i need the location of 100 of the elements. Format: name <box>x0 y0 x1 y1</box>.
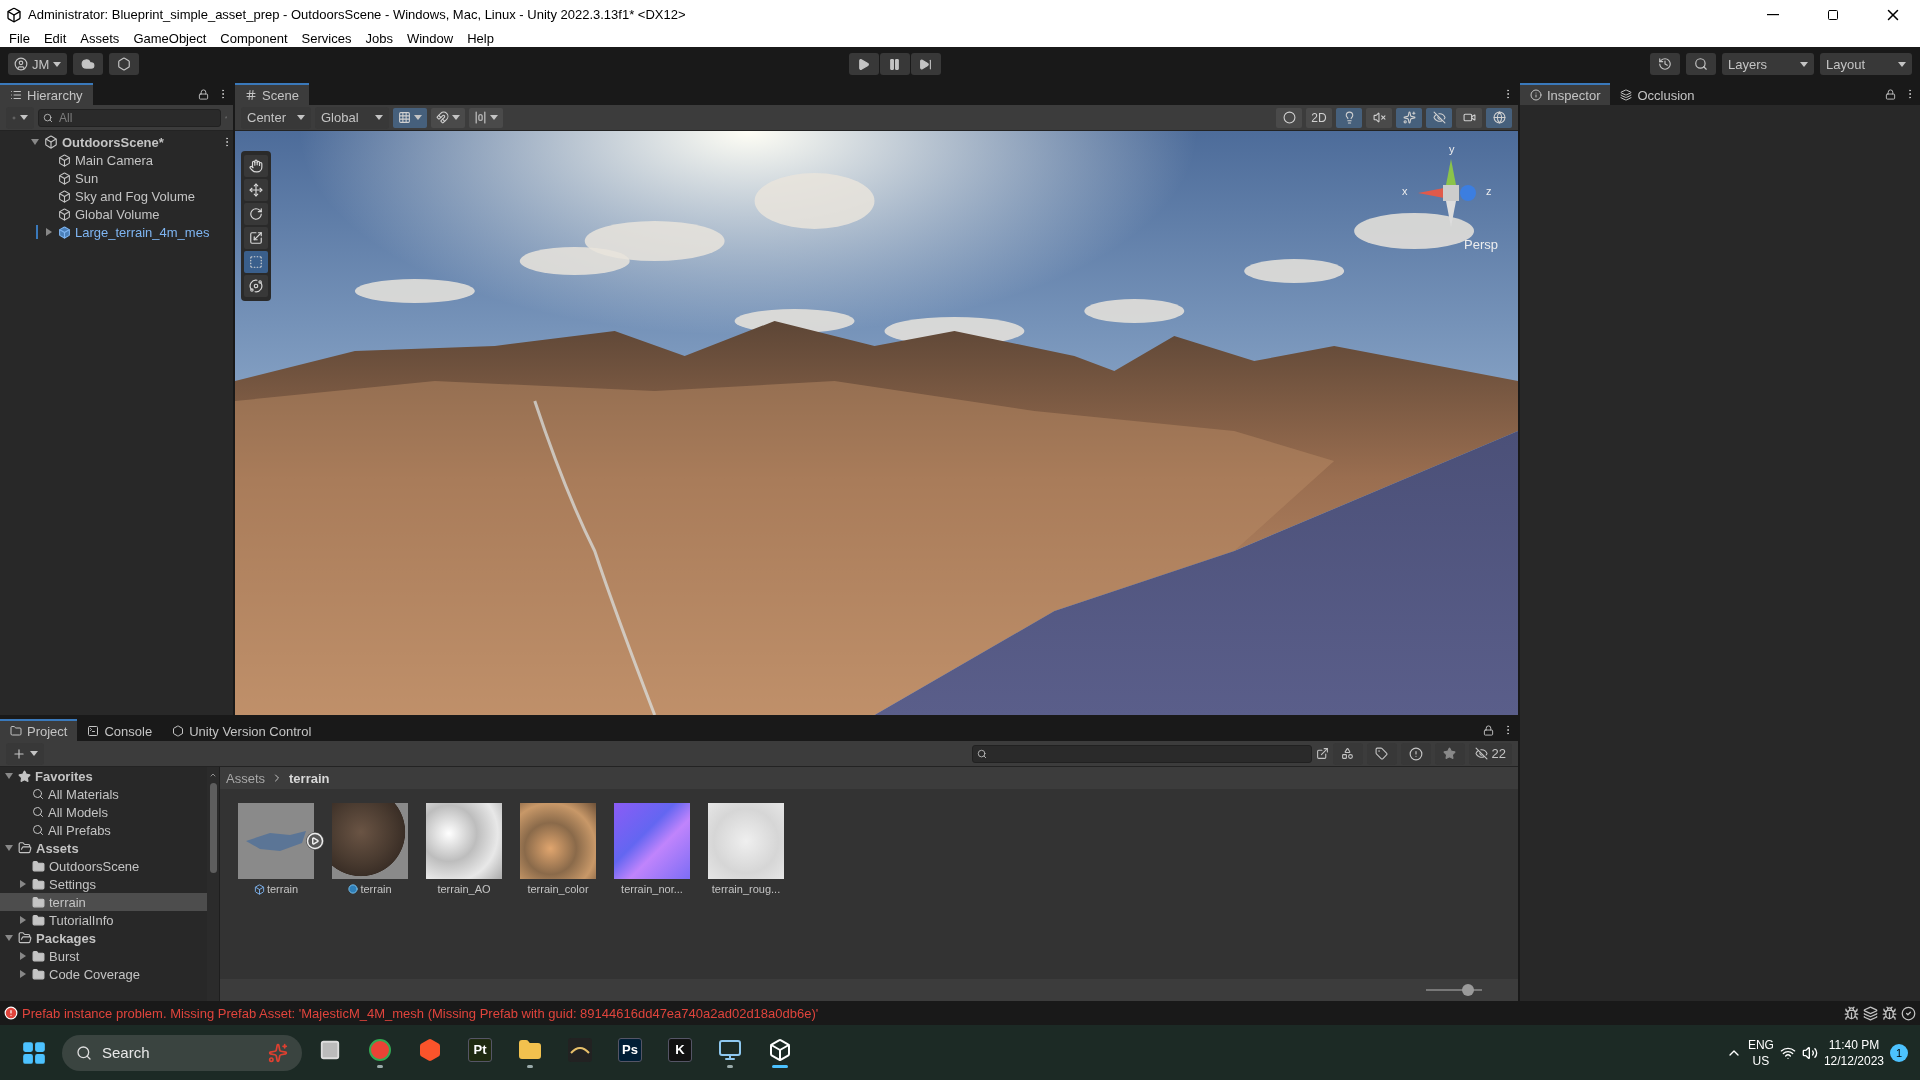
favorite-button[interactable] <box>1434 742 1465 765</box>
tree-item[interactable]: terrain <box>49 894 86 910</box>
collapse-arrow-icon[interactable] <box>4 843 14 853</box>
space-dropdown[interactable]: Global <box>315 106 389 129</box>
align-toggle[interactable] <box>469 107 503 128</box>
taskbar-app[interactable]: K <box>658 1030 702 1075</box>
tree-item[interactable]: All Models <box>48 804 108 820</box>
audio-toggle[interactable] <box>1366 107 1392 128</box>
asset-name[interactable]: terrain <box>266 883 299 895</box>
tree-section[interactable]: Assets <box>36 840 79 856</box>
taskbar-app[interactable]: Pt <box>458 1030 502 1075</box>
2d-toggle[interactable]: 2D <box>1306 107 1332 128</box>
asset-thumbnail[interactable] <box>520 803 596 879</box>
pause-button[interactable] <box>879 53 910 75</box>
notification-badge[interactable]: 1 <box>1890 1043 1908 1062</box>
play-circle-icon[interactable] <box>306 832 324 850</box>
menu-item[interactable]: File <box>2 30 37 46</box>
hierarchy-item[interactable]: Main Camera <box>75 152 154 168</box>
expand-arrow-icon[interactable] <box>44 227 54 237</box>
camera-toggle[interactable] <box>1456 107 1482 128</box>
tree-item[interactable]: All Prefabs <box>48 822 111 838</box>
rotate-tool-button[interactable] <box>244 203 268 225</box>
add-button[interactable] <box>6 106 34 129</box>
panel-tab[interactable]: Unity Version Control <box>162 719 322 741</box>
tree-item[interactable]: TutorialInfo <box>49 912 114 928</box>
slider-thumb[interactable] <box>1462 984 1474 996</box>
asset-name[interactable]: terrain_AO <box>437 883 491 895</box>
check-circle-icon[interactable] <box>1901 1005 1916 1021</box>
search-button[interactable] <box>1686 53 1716 75</box>
issues-button[interactable] <box>1400 742 1431 765</box>
menu-item[interactable]: Edit <box>36 30 74 46</box>
collapse-arrow-icon[interactable] <box>4 933 14 943</box>
menu-item[interactable]: Services <box>294 30 359 46</box>
clock-time[interactable]: 11:40 PM <box>1828 1036 1880 1053</box>
hierarchy-item[interactable]: Sun <box>75 170 99 186</box>
hand-tool-button[interactable] <box>244 155 268 177</box>
asset-thumbnail[interactable] <box>426 803 502 879</box>
expand-arrow-icon[interactable] <box>18 915 28 925</box>
cloud-button[interactable] <box>73 53 104 75</box>
grid-snap-toggle[interactable] <box>393 107 427 128</box>
lighting-toggle[interactable] <box>1336 107 1362 128</box>
hierarchy-search-box[interactable]: All <box>38 108 221 127</box>
rect-tool-button[interactable] <box>244 251 268 273</box>
tree-item[interactable]: OutdoorsScene <box>49 858 140 874</box>
asset-name[interactable]: terrain_roug... <box>711 883 781 895</box>
hierarchy-item[interactable]: Global Volume <box>75 206 160 222</box>
language-label[interactable]: ENG <box>1747 1036 1774 1053</box>
gizmos-toggle[interactable] <box>1486 107 1512 128</box>
menu-item[interactable]: GameObject <box>126 30 214 46</box>
increment-snap-toggle[interactable] <box>431 107 465 128</box>
account-dropdown[interactable]: JM <box>8 53 68 75</box>
services-button[interactable] <box>109 53 140 75</box>
project-search-field[interactable] <box>971 744 1312 763</box>
layers-icon[interactable] <box>1863 1005 1878 1021</box>
hidden-count-button[interactable]: 22 <box>1468 742 1512 765</box>
tree-item[interactable]: Code Coverage <box>49 966 141 982</box>
scene-name[interactable]: OutdoorsScene* <box>62 134 164 150</box>
play-button[interactable] <box>848 53 879 75</box>
scale-tool-button[interactable] <box>244 227 268 249</box>
asset-thumbnail[interactable] <box>708 803 784 879</box>
add-button[interactable] <box>6 742 44 765</box>
bug-icon[interactable] <box>1882 1005 1897 1021</box>
layers-dropdown[interactable]: Layers <box>1722 53 1814 75</box>
inspector-tab[interactable]: Occlusion <box>1610 83 1705 105</box>
clock-date[interactable]: 12/12/2023 <box>1823 1052 1884 1069</box>
tree-item[interactable]: Burst <box>49 948 80 964</box>
history-button[interactable] <box>1650 53 1680 75</box>
asset-name[interactable]: terrain <box>360 883 392 895</box>
transform-tool-button[interactable] <box>244 275 268 297</box>
expand-arrow-icon[interactable] <box>18 969 28 979</box>
taskbar-app[interactable]: Ps <box>608 1030 652 1075</box>
breadcrumb-link[interactable]: Assets <box>226 770 265 786</box>
menu-item[interactable]: Jobs <box>358 30 400 46</box>
asset-thumbnail[interactable] <box>332 803 408 879</box>
region-label[interactable]: US <box>1752 1052 1770 1069</box>
type-filter-button[interactable] <box>1332 742 1363 765</box>
label-filter-button[interactable] <box>1366 742 1397 765</box>
tree-item[interactable]: Settings <box>49 876 96 892</box>
scroll-thumb[interactable] <box>209 783 217 873</box>
tree-section[interactable]: Packages <box>36 930 96 946</box>
taskbar-search-box[interactable]: Search <box>62 1034 302 1071</box>
shading-toggle[interactable] <box>1276 107 1302 128</box>
breadcrumb-link[interactable]: terrain <box>289 770 330 786</box>
move-tool-button[interactable] <box>244 179 268 201</box>
scene-tab[interactable]: Scene <box>235 83 309 105</box>
expand-arrow-icon[interactable] <box>18 879 28 889</box>
bug-icon[interactable] <box>1844 1005 1859 1021</box>
asset-thumbnail[interactable] <box>614 803 690 879</box>
menu-item[interactable]: Assets <box>73 30 127 46</box>
menu-item[interactable]: Help <box>460 30 501 46</box>
menu-item[interactable]: Component <box>213 30 295 46</box>
menu-item[interactable]: Window <box>399 30 461 46</box>
panel-tab[interactable]: Console <box>77 719 163 741</box>
visibility-toggle[interactable] <box>1426 107 1452 128</box>
step-button[interactable] <box>910 53 941 75</box>
tree-item[interactable]: All Materials <box>48 786 119 802</box>
expand-arrow-icon[interactable] <box>18 951 28 961</box>
scroll-up-icon[interactable] <box>209 771 217 779</box>
taskbar-search-input[interactable]: Search <box>100 1043 260 1062</box>
effects-toggle[interactable] <box>1396 107 1422 128</box>
